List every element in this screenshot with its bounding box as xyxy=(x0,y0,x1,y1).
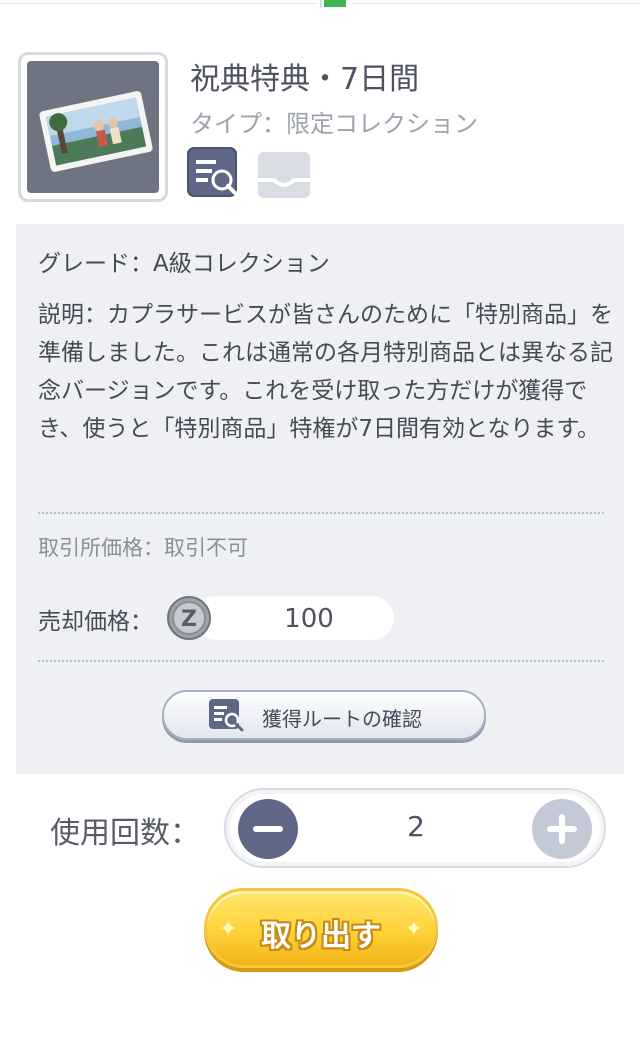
use-count-value: 2 xyxy=(407,810,425,843)
sell-price-pill: 100 xyxy=(194,596,394,640)
collection-search-icon xyxy=(208,698,246,734)
item-image xyxy=(27,61,159,193)
divider-left xyxy=(0,3,318,4)
acquisition-route-label: 獲得ルートの確認 xyxy=(262,707,422,731)
minus-icon xyxy=(253,826,283,832)
tray-icon[interactable] xyxy=(256,150,312,200)
use-count-label: 使用回数： xyxy=(50,816,200,851)
acquisition-route-button[interactable]: 獲得ルートの確認 xyxy=(162,690,486,740)
item-type: タイプ：限定コレクション xyxy=(190,110,478,138)
tab-marker xyxy=(324,0,346,7)
divider-dotted xyxy=(38,512,604,514)
zeny-coin-icon: Z xyxy=(166,595,212,641)
trade-price-text: 取引所価格：取引不可 xyxy=(38,536,248,560)
sparkle-icon: ✦ xyxy=(404,917,423,942)
item-thumbnail xyxy=(18,52,168,202)
info-panel: グレード：A級コレクション 説明：カプラサービスが皆さんのために「特別商品」を準… xyxy=(16,224,624,774)
top-divider xyxy=(0,0,640,8)
use-count-stepper: 2 xyxy=(224,788,606,868)
description-text: 説明：カプラサービスが皆さんのために「特別商品」を準備しました。これは通常の各月… xyxy=(38,302,613,442)
svg-text:Z: Z xyxy=(181,607,197,632)
collection-search-icon[interactable] xyxy=(186,146,242,202)
take-out-label: 取り出す xyxy=(261,919,381,954)
divider-right xyxy=(352,3,640,4)
divider-dotted xyxy=(38,660,604,662)
sell-price-value: 100 xyxy=(284,604,334,634)
ticket-picture xyxy=(39,91,153,172)
increment-button[interactable] xyxy=(532,799,592,859)
sell-price-label: 売却価格： xyxy=(38,609,153,635)
take-out-button[interactable]: ✦ 取り出す ✦ xyxy=(204,888,438,968)
item-title: 祝典特典・7日間 xyxy=(190,62,420,97)
grade-text: グレード：A級コレクション xyxy=(38,251,330,277)
decrement-button[interactable] xyxy=(238,799,298,859)
divider-edge xyxy=(320,0,322,8)
